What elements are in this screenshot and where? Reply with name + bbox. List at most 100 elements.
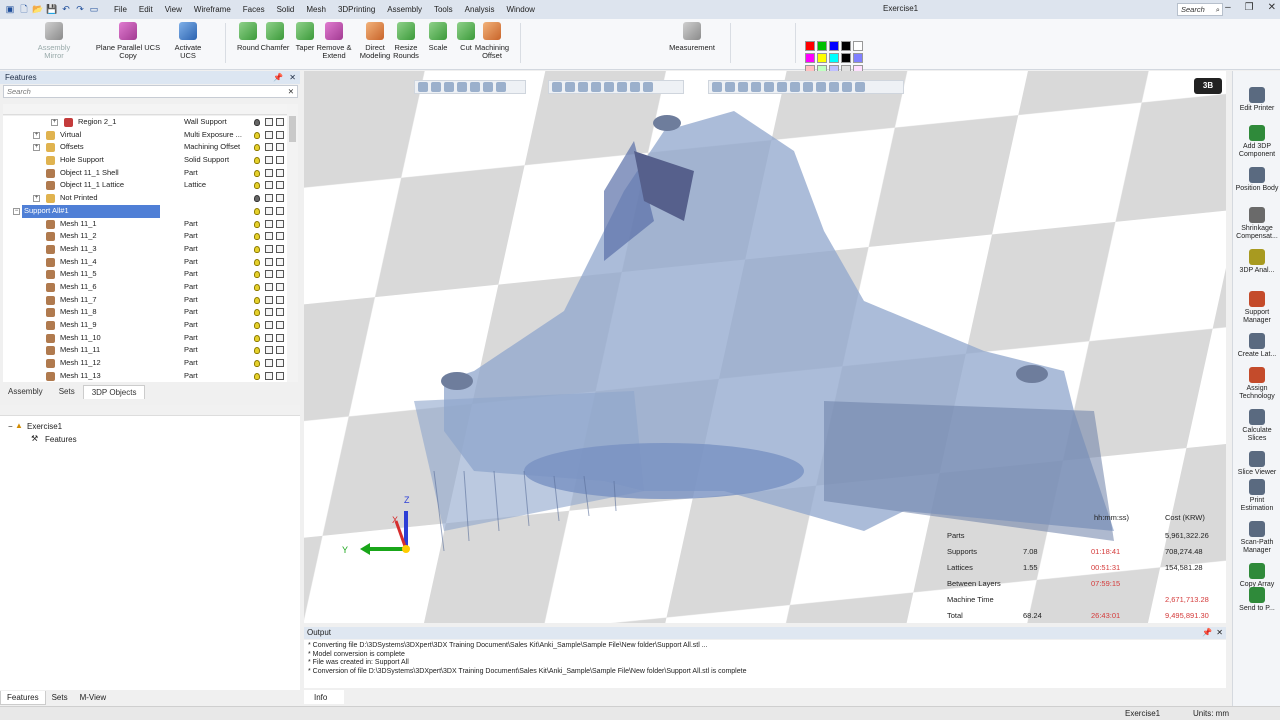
tab-features[interactable]: Features bbox=[0, 691, 46, 705]
visibility-bulb-icon[interactable] bbox=[254, 220, 260, 228]
scrollbar-thumb[interactable] bbox=[289, 116, 296, 142]
properties-icon[interactable] bbox=[276, 321, 284, 329]
visibility-bulb-icon[interactable] bbox=[254, 334, 260, 342]
display-mode-icon[interactable] bbox=[265, 308, 273, 317]
visibility-bulb-icon[interactable] bbox=[254, 347, 260, 355]
search-icon[interactable]: ⌕ bbox=[1216, 4, 1220, 15]
display-mode-icon[interactable] bbox=[265, 371, 273, 380]
orient-9-icon[interactable] bbox=[829, 82, 839, 92]
menu-solid[interactable]: Solid bbox=[277, 5, 295, 14]
visibility-bulb-icon[interactable] bbox=[254, 182, 260, 190]
menu-wireframe[interactable]: Wireframe bbox=[194, 5, 231, 14]
properties-icon[interactable] bbox=[276, 168, 284, 177]
tree-row[interactable]: + Region 2_1 Wall Support bbox=[3, 116, 287, 129]
display-mode-icon[interactable] bbox=[265, 359, 273, 368]
tree-row[interactable]: + Offsets Machining Offset bbox=[3, 141, 287, 154]
visibility-bulb-icon[interactable] bbox=[254, 322, 260, 329]
bulb-icon[interactable] bbox=[565, 82, 575, 92]
menu-tools[interactable]: Tools bbox=[434, 5, 453, 14]
visibility-bulb-icon[interactable] bbox=[254, 372, 260, 380]
tree-row[interactable]: Mesh 11_4 Part bbox=[3, 256, 287, 269]
slice-viewer-button[interactable]: Slice Viewer bbox=[1233, 451, 1280, 477]
camera-icon[interactable] bbox=[643, 82, 653, 92]
properties-icon[interactable] bbox=[276, 143, 284, 152]
shade-icon[interactable] bbox=[591, 82, 601, 92]
view-icon[interactable] bbox=[457, 82, 467, 92]
shrinkage-compensat-button[interactable]: Shrinkage Compensat... bbox=[1233, 207, 1280, 241]
properties-icon[interactable] bbox=[276, 219, 284, 228]
tree-row[interactable]: Mesh 11_10 Part bbox=[3, 332, 287, 345]
output-tab-info[interactable]: Info bbox=[304, 690, 344, 704]
scan-path-manager-button[interactable]: Scan-Path Manager bbox=[1233, 521, 1280, 555]
undo-icon[interactable]: ↶ bbox=[60, 4, 72, 16]
features-search-input[interactable]: Search ✕ bbox=[3, 85, 298, 98]
visibility-bulb-icon[interactable] bbox=[254, 296, 260, 304]
properties-icon[interactable] bbox=[276, 371, 284, 380]
display-mode-icon[interactable] bbox=[265, 130, 273, 139]
global-search-input[interactable]: Search ⌕ bbox=[1177, 3, 1223, 16]
clear-search-icon[interactable]: ✕ bbox=[288, 86, 294, 97]
visibility-bulb-icon[interactable] bbox=[254, 131, 260, 139]
tab-assembly[interactable]: Assembly bbox=[0, 385, 51, 399]
measurement-button[interactable]: Measurement bbox=[669, 22, 715, 52]
features-scrollbar[interactable] bbox=[287, 104, 298, 382]
minimize-icon[interactable]: – bbox=[1225, 2, 1231, 13]
tab-3dp-objects[interactable]: 3DP Objects bbox=[82, 385, 146, 399]
position-body-button[interactable]: Position Body bbox=[1233, 167, 1280, 193]
display-mode-icon[interactable] bbox=[265, 143, 273, 152]
visibility-bulb-icon[interactable] bbox=[254, 119, 260, 126]
properties-icon[interactable] bbox=[276, 118, 284, 126]
tree-row[interactable]: Mesh 11_8 Part bbox=[3, 306, 287, 319]
tree-row[interactable]: + Virtual Multi Exposure ... bbox=[3, 129, 287, 142]
visibility-bulb-icon[interactable] bbox=[254, 360, 260, 368]
visibility-bulb-icon[interactable] bbox=[254, 258, 260, 266]
display-mode-icon[interactable] bbox=[265, 181, 273, 190]
resize-rounds-button[interactable]: Resize Rounds bbox=[390, 22, 422, 60]
project-features-node[interactable]: Features bbox=[45, 435, 77, 444]
pin-icon[interactable]: 📌 bbox=[273, 71, 283, 84]
visibility-bulb-icon[interactable] bbox=[254, 245, 260, 253]
tab-m-view[interactable]: M-View bbox=[74, 691, 113, 705]
menu-view[interactable]: View bbox=[165, 5, 182, 14]
palette-swatch[interactable] bbox=[817, 53, 827, 63]
orient-5-icon[interactable] bbox=[777, 82, 787, 92]
menu-faces[interactable]: Faces bbox=[243, 5, 265, 14]
display-mode-icon[interactable] bbox=[265, 321, 273, 329]
close-icon[interactable]: ✕ bbox=[289, 71, 296, 84]
visibility-bulb-icon[interactable] bbox=[254, 233, 260, 241]
tree-row[interactable]: Mesh 11_12 Part bbox=[3, 357, 287, 370]
add-3dp-component-button[interactable]: Add 3DP Component bbox=[1233, 125, 1280, 159]
display-mode-icon[interactable] bbox=[265, 333, 273, 342]
pin-icon[interactable]: 📌 bbox=[1202, 627, 1212, 639]
palette-swatch[interactable] bbox=[829, 53, 839, 63]
display-mode-icon[interactable] bbox=[265, 194, 273, 203]
open-file-icon[interactable]: 📂 bbox=[32, 4, 44, 16]
zoom-fit-icon[interactable] bbox=[431, 82, 441, 92]
restore-icon[interactable]: ❐ bbox=[1245, 2, 1254, 13]
pan-icon[interactable] bbox=[444, 82, 454, 92]
visibility-bulb-icon[interactable] bbox=[254, 144, 260, 152]
more-icon[interactable] bbox=[496, 82, 506, 92]
display-mode-icon[interactable] bbox=[265, 118, 273, 126]
tree-row[interactable]: Mesh 11_1 Part bbox=[3, 218, 287, 231]
3d-viewport[interactable]: Y Z X 3B hh:mm:ss) Cost (KRW) Parts 5,961… bbox=[304, 71, 1226, 623]
tree-row[interactable]: + Not Printed bbox=[3, 192, 287, 205]
close-icon[interactable]: ✕ bbox=[1268, 2, 1276, 13]
tree-row[interactable]: Mesh 11_6 Part bbox=[3, 281, 287, 294]
tree-row[interactable]: Object 11_1 Lattice Lattice bbox=[3, 179, 287, 192]
orient-8-icon[interactable] bbox=[816, 82, 826, 92]
machining-offset-button[interactable]: Machining Offset bbox=[473, 22, 511, 60]
orient-11-icon[interactable] bbox=[855, 82, 865, 92]
tree-row[interactable]: Mesh 11_7 Part bbox=[3, 294, 287, 307]
light-icon[interactable] bbox=[552, 82, 562, 92]
orient-6-icon[interactable] bbox=[790, 82, 800, 92]
orient-10-icon[interactable] bbox=[842, 82, 852, 92]
create-lat-button[interactable]: Create Lat... bbox=[1233, 333, 1280, 359]
tree-row[interactable]: Hole Support Solid Support bbox=[3, 154, 287, 167]
display-mode-icon[interactable] bbox=[265, 257, 273, 266]
tree-row[interactable]: Mesh 11_9 Part bbox=[3, 319, 287, 332]
visibility-bulb-icon[interactable] bbox=[254, 283, 260, 291]
menu-edit[interactable]: Edit bbox=[139, 5, 153, 14]
chamfer-button[interactable]: Chamfer bbox=[259, 22, 291, 52]
tree-row[interactable]: Mesh 11_5 Part bbox=[3, 268, 287, 281]
